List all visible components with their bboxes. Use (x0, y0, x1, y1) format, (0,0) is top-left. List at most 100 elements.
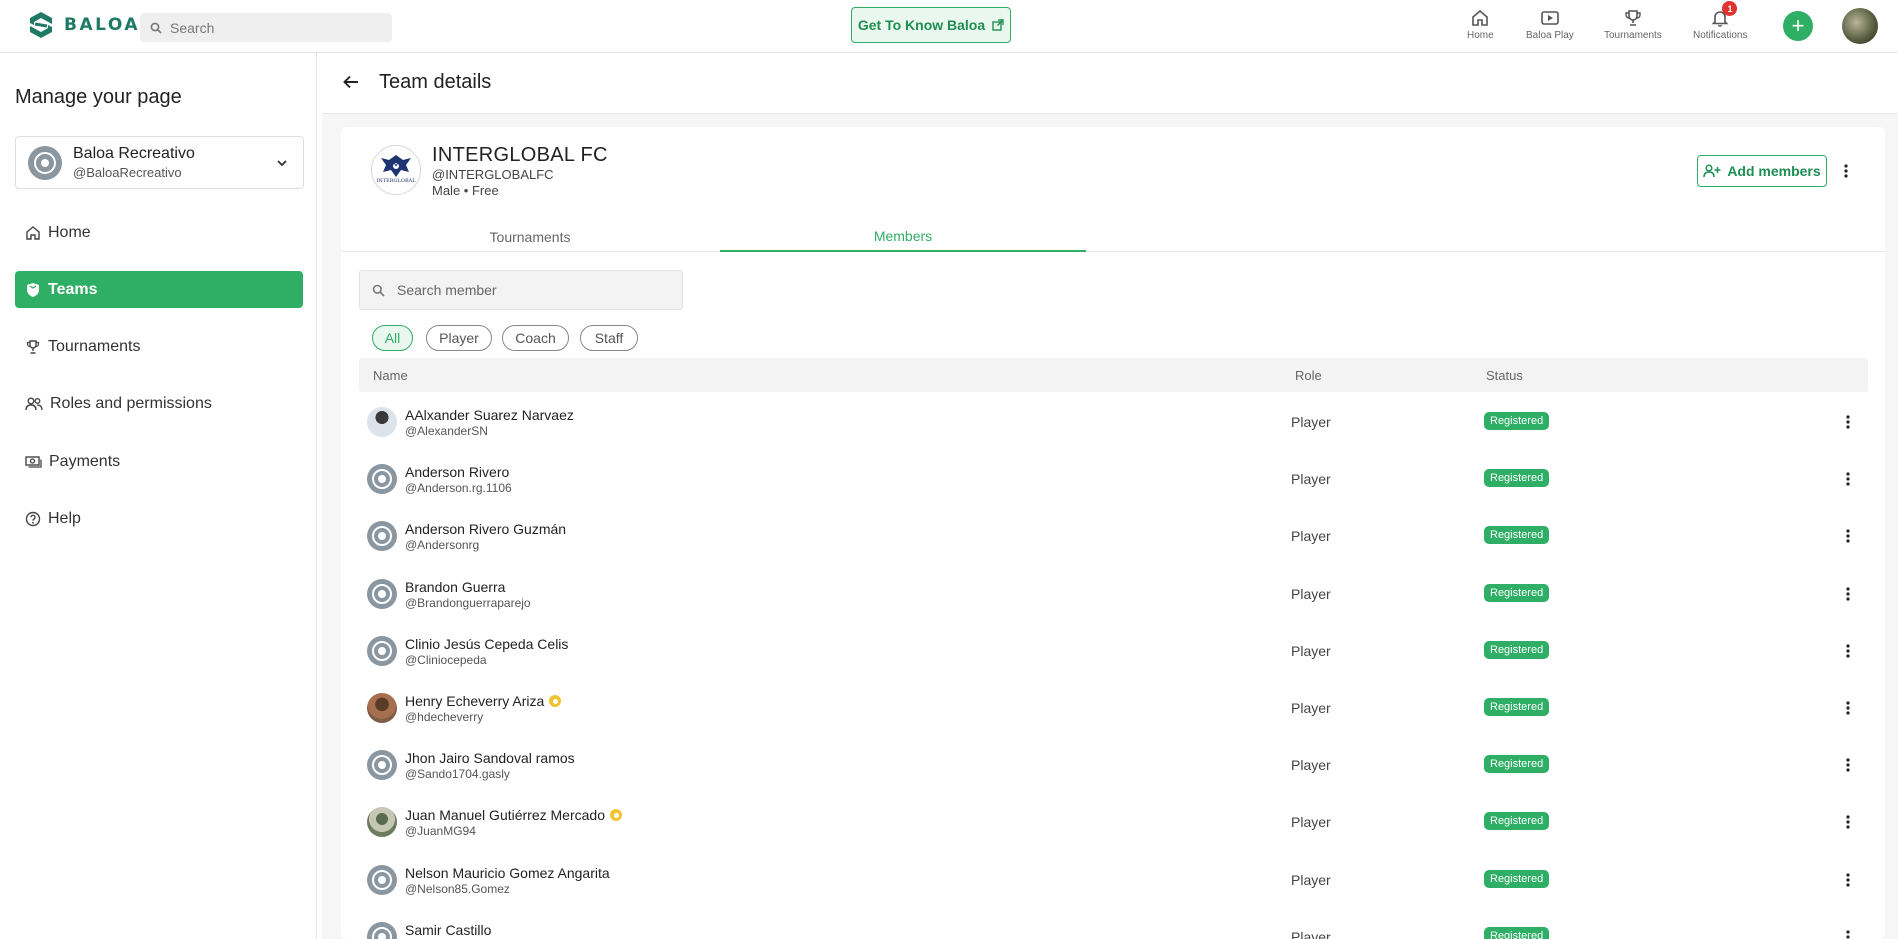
table-row[interactable]: Brandon Guerra @Brandonguerraparejo Player… (359, 565, 1868, 622)
member-name[interactable]: Nelson Mauricio Gomez Angarita (405, 865, 610, 881)
member-options-icon[interactable] (1838, 410, 1858, 434)
table-row[interactable]: Samir Castillo Player Registered (359, 908, 1868, 939)
sidebar-item-home[interactable]: Home (15, 214, 303, 251)
team-name: INTERGLOBAL FC (432, 144, 608, 166)
search-icon (150, 22, 162, 34)
filter-staff[interactable]: Staff (580, 325, 638, 351)
play-icon (1541, 11, 1559, 25)
get-to-know-label: Get To Know Baloa (857, 17, 986, 33)
member-options-icon[interactable] (1838, 810, 1858, 834)
member-name-text: Jhon Jairo Sandoval ramos (405, 750, 575, 766)
trophy-icon (1625, 10, 1641, 26)
member-handle: @Nelson85.Gomez (405, 882, 510, 896)
member-name-text: Juan Manuel Gutiérrez Mercado (405, 807, 605, 823)
sidebar-item-label: Payments (49, 452, 121, 470)
member-role: Player (1291, 872, 1331, 888)
table-header: Name Role Status (359, 358, 1868, 392)
topnav-notifications-label: Notifications (1693, 30, 1748, 41)
chevron-down-icon (277, 160, 287, 167)
search-icon (372, 284, 385, 297)
member-role: Player (1291, 414, 1331, 430)
global-search[interactable] (140, 13, 392, 42)
member-options-icon[interactable] (1838, 467, 1858, 491)
member-options-icon[interactable] (1838, 925, 1858, 939)
add-members-button[interactable]: Add members (1697, 155, 1827, 187)
help-icon (25, 511, 41, 526)
topnav-notifications[interactable]: 1 Notifications (1693, 1, 1748, 41)
table-row[interactable]: Henry Echeverry Ariza @hdecheverry Player R… (359, 679, 1868, 736)
tab-tournaments[interactable]: Tournaments (347, 221, 713, 252)
member-options-icon[interactable] (1838, 696, 1858, 720)
status-badge: Registered (1484, 755, 1550, 773)
member-avatar (367, 636, 397, 666)
filter-player[interactable]: Player (426, 325, 492, 351)
member-name[interactable]: Samir Castillo (405, 922, 491, 938)
member-role: Player (1291, 471, 1331, 487)
member-name[interactable]: Clinio Jesús Cepeda Celis (405, 636, 568, 652)
page-selector[interactable]: Baloa Recreativo @BaloaRecreativo (15, 136, 304, 189)
create-button[interactable]: + (1783, 11, 1813, 41)
member-name[interactable]: Brandon Guerra (405, 579, 505, 595)
member-name[interactable]: Juan Manuel Gutiérrez Mercado (405, 807, 622, 823)
member-options-icon[interactable] (1838, 524, 1858, 548)
member-options-icon[interactable] (1838, 639, 1858, 663)
notifications-badge: 1 (1722, 1, 1738, 16)
table-row[interactable]: Anderson Rivero @Anderson.rg.1106 Player Re… (359, 450, 1868, 507)
sidebar-item-teams[interactable]: Teams (15, 271, 303, 308)
topnav-tournaments-label: Tournaments (1604, 30, 1662, 41)
table-row[interactable]: Anderson Rivero Guzmán @Andersonrg Player R… (359, 507, 1868, 564)
sidebar-item-label: Tournaments (48, 337, 141, 355)
member-options-icon[interactable] (1838, 753, 1858, 777)
column-status: Status (1486, 368, 1523, 383)
sidebar-item-roles[interactable]: Roles and permissions (15, 385, 303, 422)
member-name[interactable]: Jhon Jairo Sandoval ramos (405, 750, 575, 766)
page-name: Baloa Recreativo (73, 145, 195, 162)
status-badge: Registered (1484, 412, 1550, 430)
table-row[interactable]: Juan Manuel Gutiérrez Mercado @JuanMG94 Pl… (359, 793, 1868, 850)
tab-members[interactable]: Members (720, 221, 1086, 252)
member-avatar (367, 865, 397, 895)
member-name[interactable]: Anderson Rivero (405, 464, 509, 480)
member-name[interactable]: AAlxander Suarez Narvaez (405, 407, 574, 423)
member-handle: @Cliniocepeda (405, 653, 487, 667)
topnav-baloa-play[interactable]: Baloa Play (1526, 8, 1574, 41)
topnav-tournaments[interactable]: Tournaments (1604, 8, 1662, 41)
member-options-icon[interactable] (1838, 582, 1858, 606)
sidebar-item-tournaments[interactable]: Tournaments (15, 328, 303, 365)
member-options-icon[interactable] (1838, 868, 1858, 892)
status-badge: Registered (1484, 870, 1550, 888)
member-avatar (367, 750, 397, 780)
member-role: Player (1291, 586, 1331, 602)
table-row[interactable]: Nelson Mauricio Gomez Angarita @Nelson85.… (359, 851, 1868, 908)
member-name-text: Anderson Rivero (405, 464, 510, 480)
member-name[interactable]: Anderson Rivero Guzmán (405, 521, 566, 537)
member-search-input[interactable] (397, 282, 657, 298)
home-icon (1472, 9, 1489, 26)
member-name[interactable]: Henry Echeverry Ariza (405, 693, 562, 709)
member-avatar (367, 579, 397, 609)
user-avatar[interactable] (1842, 8, 1878, 44)
back-arrow-icon[interactable] (342, 73, 360, 91)
member-avatar (367, 407, 397, 437)
page-avatar (28, 145, 62, 180)
team-options-icon[interactable] (1836, 159, 1856, 183)
member-name-text: Brandon Guerra (405, 579, 506, 595)
baloa-logo[interactable]: BALOA (26, 10, 140, 40)
sidebar-item-payments[interactable]: Payments (15, 443, 303, 480)
home-icon (26, 225, 40, 240)
global-search-input[interactable] (170, 19, 370, 36)
sidebar-item-help[interactable]: Help (15, 500, 303, 537)
member-avatar (367, 464, 397, 494)
filter-coach[interactable]: Coach (502, 325, 569, 351)
member-handle: @AlexanderSN (405, 424, 488, 438)
topnav-home[interactable]: Home (1467, 8, 1494, 41)
page-handle: @BaloaRecreativo (73, 165, 182, 180)
member-search[interactable] (359, 270, 683, 310)
get-to-know-button[interactable]: Get To Know Baloa (851, 7, 1011, 43)
table-row[interactable]: AAlxander Suarez Narvaez @AlexanderSN Play… (359, 393, 1868, 450)
table-row[interactable]: Clinio Jesús Cepeda Celis @Cliniocepeda Pl… (359, 622, 1868, 679)
sidebar-item-label: Teams (48, 280, 98, 298)
filter-all[interactable]: All (372, 325, 413, 351)
table-row[interactable]: Jhon Jairo Sandoval ramos @Sando1704.gasl… (359, 736, 1868, 793)
member-name-text: AAlxander Suarez Narvaez (405, 407, 574, 423)
